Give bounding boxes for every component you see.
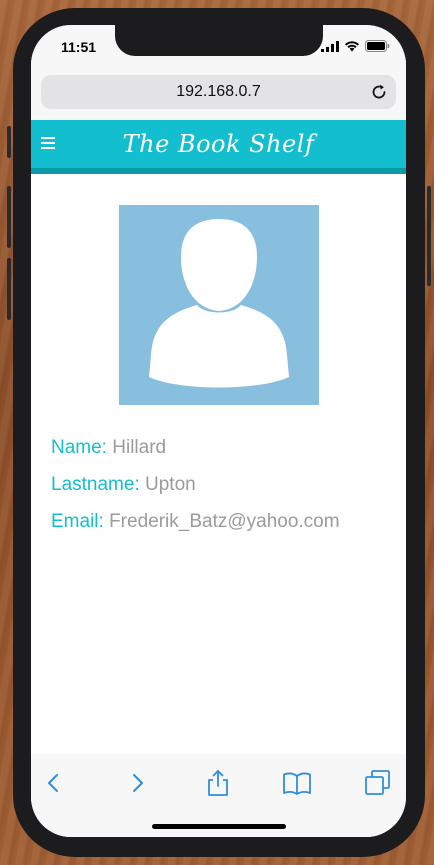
- browser-toolbar: [31, 754, 406, 837]
- url-text[interactable]: 192.168.0.7: [41, 83, 396, 101]
- phone-screen: 11:51 192.168.0.7 The Book Shelf Name: H…: [31, 25, 406, 837]
- lastname-field: Lastname: Upton: [51, 466, 340, 503]
- volume-up-button: [7, 186, 11, 248]
- avatar-silhouette: [149, 219, 289, 388]
- reload-icon[interactable]: [370, 83, 388, 101]
- profile-fields: Name: Hillard Lastname: Upton Email: Fre…: [51, 429, 340, 540]
- status-time: 11:51: [61, 39, 97, 55]
- name-label: Name:: [51, 437, 107, 458]
- browser-top-bar: 11:51 192.168.0.7: [31, 25, 406, 120]
- user-avatar-icon: [119, 205, 319, 405]
- address-bar[interactable]: 192.168.0.7: [41, 75, 396, 109]
- email-value: Frederik_Batz@yahoo.com: [109, 511, 340, 532]
- wifi-icon: [345, 41, 359, 52]
- name-field: Name: Hillard: [51, 429, 340, 466]
- home-indicator[interactable]: [152, 824, 286, 829]
- lastname-label: Lastname:: [51, 474, 140, 495]
- name-value: Hillard: [112, 437, 167, 458]
- email-field: Email: Frederik_Batz@yahoo.com: [51, 503, 340, 540]
- email-label: Email:: [51, 511, 104, 532]
- share-icon[interactable]: [203, 768, 233, 798]
- battery-icon: [365, 40, 390, 52]
- lastname-value: Upton: [145, 474, 196, 495]
- back-icon[interactable]: [39, 768, 69, 798]
- silent-switch: [7, 126, 11, 158]
- tabs-icon[interactable]: [363, 768, 393, 798]
- volume-down-button: [7, 258, 11, 320]
- profile-content: Name: Hillard Lastname: Upton Email: Fre…: [31, 174, 406, 754]
- cellular-signal-icon: [321, 40, 339, 52]
- status-icons: [321, 40, 390, 52]
- notch: [115, 25, 323, 56]
- app-title: The Book Shelf: [122, 130, 315, 158]
- bookmarks-icon[interactable]: [282, 768, 312, 798]
- power-button: [427, 186, 431, 286]
- app-header: The Book Shelf: [31, 120, 406, 174]
- forward-icon[interactable]: [122, 768, 152, 798]
